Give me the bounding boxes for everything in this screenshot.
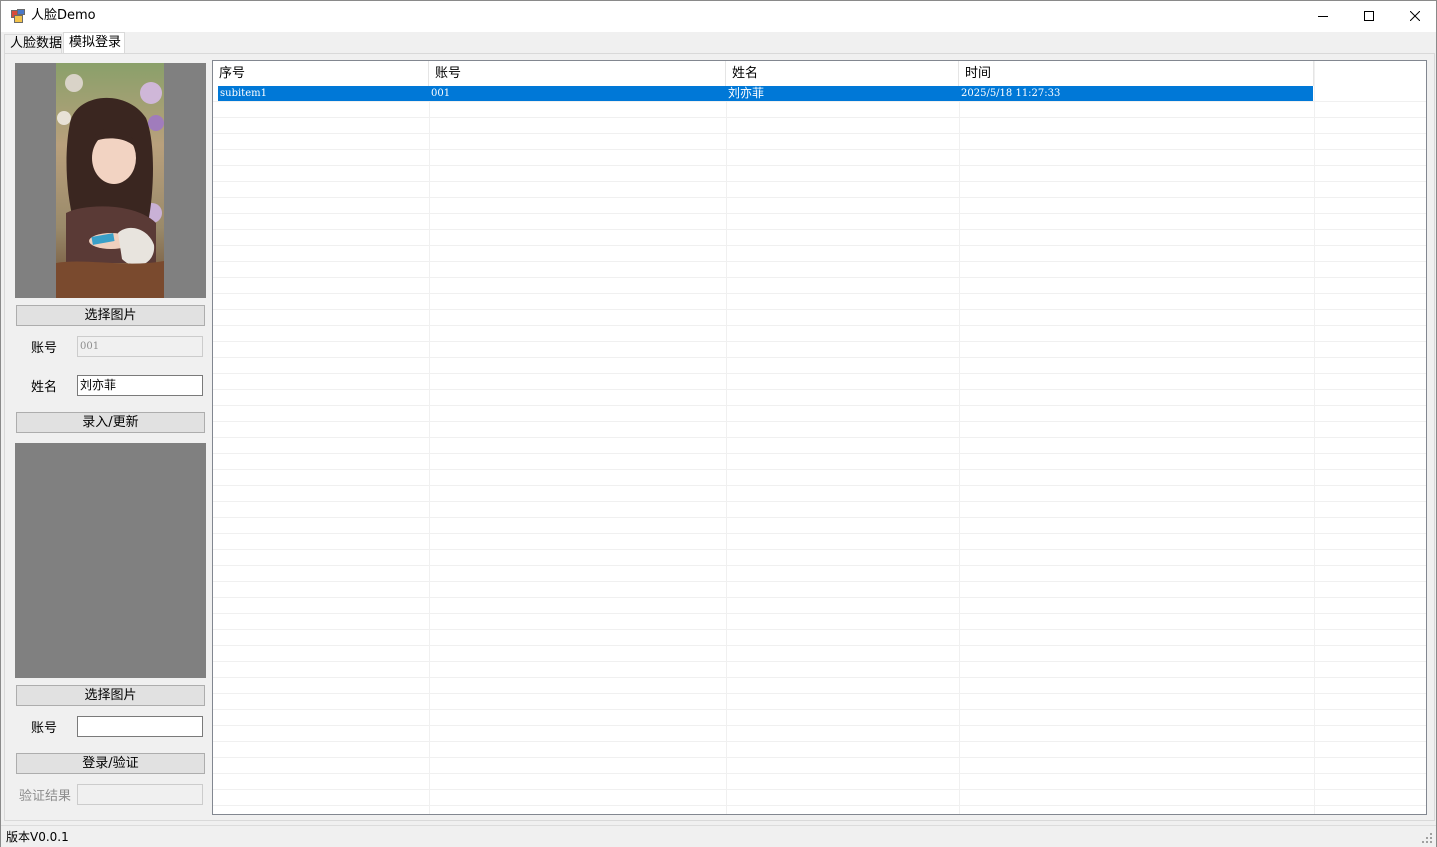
register-name-field[interactable]: 刘亦菲	[77, 375, 203, 396]
cell-account: 001	[431, 88, 451, 99]
grid-line	[213, 581, 1426, 582]
grid-line	[213, 101, 1426, 102]
grid-line	[213, 421, 1426, 422]
grid-line	[213, 261, 1426, 262]
grid-line	[213, 277, 1426, 278]
login-account-field[interactable]	[77, 716, 203, 737]
minimize-icon	[1318, 16, 1328, 17]
grid-line	[213, 245, 1426, 246]
minimize-button[interactable]	[1300, 1, 1346, 31]
tab-strip: 人脸数据 模拟登录	[1, 32, 1436, 53]
grid-line	[213, 805, 1426, 806]
login-submit-button[interactable]: 登录/验证	[16, 753, 205, 774]
register-picture-box	[15, 63, 206, 298]
grid-line	[213, 309, 1426, 310]
grid-line	[213, 709, 1426, 710]
resize-grip-icon[interactable]	[1421, 832, 1433, 844]
cell-name: 刘亦菲	[728, 86, 765, 100]
close-icon	[1410, 11, 1420, 21]
grid-line	[213, 741, 1426, 742]
grid-line	[213, 645, 1426, 646]
grid-line	[213, 501, 1426, 502]
register-name-label: 姓名	[31, 380, 58, 395]
verify-result-label: 验证结果	[19, 789, 72, 804]
grid-line	[213, 629, 1426, 630]
grid-line	[213, 789, 1426, 790]
version-label: 版本V0.0.1	[6, 830, 69, 844]
register-choose-image-button[interactable]: 选择图片	[16, 305, 205, 326]
status-bar: 版本V0.0.1	[1, 825, 1436, 847]
window-title: 人脸Demo	[31, 8, 96, 23]
title-bar[interactable]: 人脸Demo	[1, 1, 1436, 32]
login-picture-box	[15, 443, 206, 678]
app-icon	[11, 9, 25, 23]
cell-index: subitem1	[220, 88, 267, 99]
grid-line	[213, 293, 1426, 294]
register-account-label: 账号	[31, 341, 58, 356]
column-header-time[interactable]: 时间	[959, 61, 1314, 86]
grid-line	[213, 117, 1426, 118]
tab-face-data[interactable]: 人脸数据	[4, 34, 62, 53]
tab-simulated-login[interactable]: 模拟登录	[63, 32, 125, 53]
grid-line	[213, 757, 1426, 758]
close-button[interactable]	[1392, 1, 1437, 31]
grid-line	[213, 661, 1426, 662]
grid-line	[213, 213, 1426, 214]
register-account-field[interactable]: 001	[77, 336, 203, 357]
grid-line	[213, 549, 1426, 550]
grid-line	[213, 485, 1426, 486]
grid-line	[213, 693, 1426, 694]
grid-line	[213, 469, 1426, 470]
app-window: 人脸Demo 人脸数据 模拟登录 选择图片 账号 001 姓名 刘亦菲 录入/更…	[0, 0, 1437, 847]
grid-line	[213, 565, 1426, 566]
verify-result-field	[77, 784, 203, 805]
grid-line	[213, 773, 1426, 774]
grid-line	[213, 389, 1426, 390]
grid-line	[213, 373, 1426, 374]
grid-line	[213, 197, 1426, 198]
column-header-name[interactable]: 姓名	[726, 61, 959, 86]
grid-line	[213, 453, 1426, 454]
grid-line	[213, 325, 1426, 326]
grid-line	[213, 725, 1426, 726]
grid-line	[213, 341, 1426, 342]
grid-line	[213, 597, 1426, 598]
grid-line	[213, 229, 1426, 230]
grid-line	[213, 517, 1426, 518]
grid-line	[213, 613, 1426, 614]
login-choose-image-button[interactable]: 选择图片	[16, 685, 205, 706]
register-face-photo	[56, 63, 164, 298]
grid-line	[213, 181, 1426, 182]
column-header-account[interactable]: 账号	[429, 61, 726, 86]
grid-line	[213, 149, 1426, 150]
cell-time: 2025/5/18 11:27:33	[961, 88, 1061, 99]
grid-line	[213, 165, 1426, 166]
grid-line	[213, 405, 1426, 406]
maximize-icon	[1364, 11, 1374, 21]
register-submit-button[interactable]: 录入/更新	[16, 412, 205, 433]
column-header-index[interactable]: 序号	[213, 61, 429, 86]
grid-line	[213, 357, 1426, 358]
grid-line	[213, 677, 1426, 678]
login-account-label: 账号	[31, 721, 58, 736]
maximize-button[interactable]	[1346, 1, 1392, 31]
grid-line	[213, 533, 1426, 534]
face-list-view[interactable]: 序号 账号 姓名 时间 subitem1 001 刘亦菲 2025/5/18 1…	[212, 60, 1427, 815]
grid-line	[213, 437, 1426, 438]
table-row[interactable]: subitem1 001 刘亦菲 2025/5/18 11:27:33	[218, 86, 1313, 101]
grid-line	[213, 133, 1426, 134]
